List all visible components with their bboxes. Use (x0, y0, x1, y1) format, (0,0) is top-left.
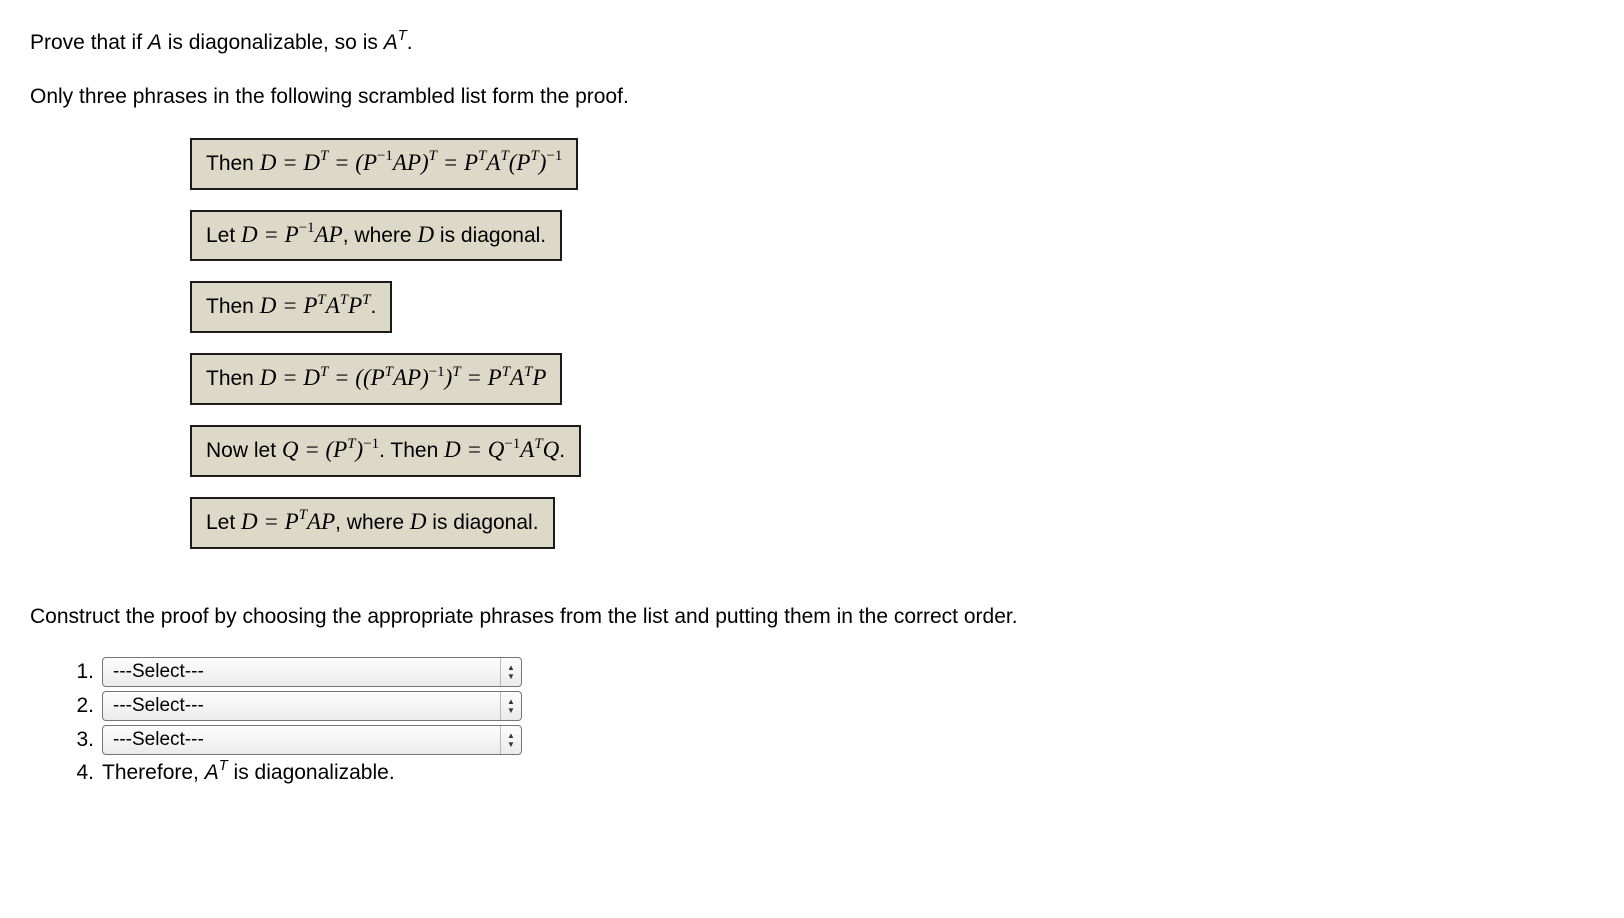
math-expr: D = DT = (P−1AP)T = PTAT(PT)−1 (260, 150, 563, 175)
var-A: A (384, 31, 398, 54)
math-expr: D = DT = ((PTAP)−1)T = PTATP (260, 365, 547, 390)
stepper-icon: ▲ ▼ (500, 692, 521, 720)
select-placeholder: ---Select--- (103, 661, 500, 683)
text: Therefore, (102, 761, 205, 784)
text: Let (206, 511, 241, 534)
text: Then (206, 152, 260, 175)
proof-step-4: 4. Therefore, AT is diagonalizable. (64, 759, 1594, 785)
stepper-icon: ▲ ▼ (500, 726, 521, 754)
phrase-box-2: Let D = P−1AP, where D is diagonal. (190, 210, 562, 262)
proof-construct-list: 1. ---Select--- ▲ ▼ 2. ---Select--- ▲ ▼ … (64, 657, 1594, 785)
step-number: 1. (64, 660, 94, 684)
instruction-text: Only three phrases in the following scra… (30, 83, 1594, 111)
text: Let (206, 224, 241, 247)
final-statement: Therefore, AT is diagonalizable. (102, 759, 395, 785)
step-number: 3. (64, 728, 94, 752)
text: is diagonal. (426, 511, 538, 534)
construct-instruction: Construct the proof by choosing the appr… (30, 603, 1594, 631)
chevron-up-icon: ▲ (507, 663, 515, 672)
var-A: A (148, 31, 162, 54)
step-number: 2. (64, 694, 94, 718)
select-placeholder: ---Select--- (103, 695, 500, 717)
math-expr: Q = (PT)−1 (282, 437, 379, 462)
chevron-down-icon: ▼ (507, 672, 515, 681)
step-number: 4. (64, 761, 94, 785)
phrase-box-6: Let D = PTAP, where D is diagonal. (190, 497, 555, 549)
math-expr: D = PTATPT (260, 293, 371, 318)
text: , where (335, 511, 410, 534)
chevron-up-icon: ▲ (507, 731, 515, 740)
proof-step-2: 2. ---Select--- ▲ ▼ (64, 691, 1594, 721)
text: Now let (206, 439, 282, 462)
text: is diagonalizable. (228, 761, 395, 784)
proof-step-1: 1. ---Select--- ▲ ▼ (64, 657, 1594, 687)
text: . (370, 295, 376, 318)
text: is diagonal. (434, 224, 546, 247)
text: Prove that if (30, 31, 148, 54)
chevron-up-icon: ▲ (507, 697, 515, 706)
text: . Then (379, 439, 444, 462)
select-phrase-2[interactable]: ---Select--- ▲ ▼ (102, 691, 522, 721)
text: . (407, 31, 413, 54)
scrambled-phrase-list: Then D = DT = (P−1AP)T = PTAT(PT)−1 Let … (190, 138, 1594, 569)
select-phrase-1[interactable]: ---Select--- ▲ ▼ (102, 657, 522, 687)
text: Then (206, 367, 260, 390)
problem-statement: Prove that if A is diagonalizable, so is… (30, 28, 1594, 57)
math-expr: D = P−1AP (241, 222, 343, 247)
select-placeholder: ---Select--- (103, 729, 500, 751)
problem-page: Prove that if A is diagonalizable, so is… (0, 0, 1624, 813)
chevron-down-icon: ▼ (507, 740, 515, 749)
text: Then (206, 295, 260, 318)
text: is diagonalizable, so is (162, 31, 384, 54)
chevron-down-icon: ▼ (507, 706, 515, 715)
text: , where (343, 224, 418, 247)
proof-step-3: 3. ---Select--- ▲ ▼ (64, 725, 1594, 755)
var-A: A (205, 761, 219, 784)
phrase-box-5: Now let Q = (PT)−1. Then D = Q−1ATQ. (190, 425, 581, 477)
phrase-box-1: Then D = DT = (P−1AP)T = PTAT(PT)−1 (190, 138, 578, 190)
math-expr: D = Q−1ATQ (444, 437, 559, 462)
superscript-T: T (398, 28, 407, 44)
math-expr: D (417, 222, 434, 247)
text: . (559, 439, 565, 462)
math-expr: D (410, 509, 427, 534)
superscript-T: T (219, 758, 228, 774)
phrase-box-4: Then D = DT = ((PTAP)−1)T = PTATP (190, 353, 562, 405)
phrase-box-3: Then D = PTATPT. (190, 281, 392, 333)
stepper-icon: ▲ ▼ (500, 658, 521, 686)
math-expr: D = PTAP (241, 509, 335, 534)
select-phrase-3[interactable]: ---Select--- ▲ ▼ (102, 725, 522, 755)
